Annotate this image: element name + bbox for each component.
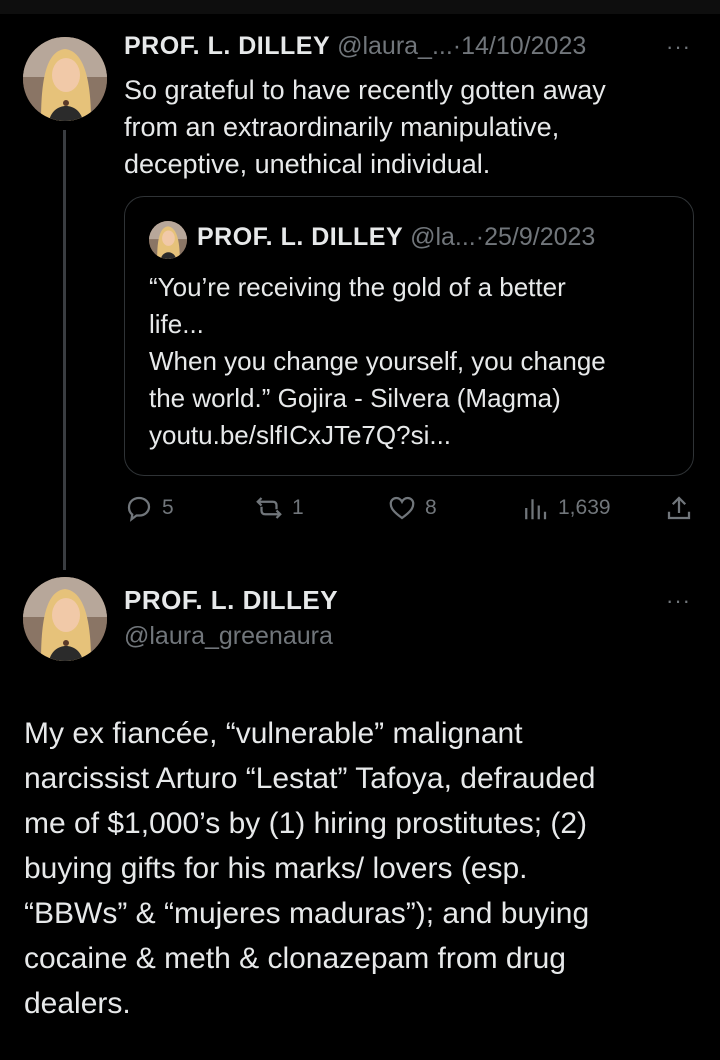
quoted-tweet-card[interactable]: PROF. L. DILLEY @la...·25/9/2023 “You’re… — [124, 196, 694, 476]
thread-connector-line — [63, 130, 66, 570]
views-count: 1,639 — [558, 496, 611, 519]
repost-icon — [256, 497, 282, 519]
display-name[interactable]: PROF. L. DILLEY — [124, 32, 330, 60]
quoted-tweet-date: 25/9/2023 — [484, 223, 596, 251]
avatar-photo — [23, 37, 107, 121]
tweet-text-line: cocaine & meth & clonazepam from drug — [24, 942, 566, 975]
tweet-text: So grateful to have recently gotten away… — [124, 72, 684, 183]
quoted-text-line: When you change yourself, you change — [149, 346, 606, 376]
tweet-text-line: narcissist Arturo “Lestat” Tafoya, defra… — [24, 762, 596, 795]
user-handle[interactable]: @laura_... — [337, 32, 453, 60]
share-icon — [667, 496, 691, 520]
avatar-photo — [23, 577, 107, 661]
avatar[interactable] — [23, 37, 107, 121]
quoted-text-line: the world.” Gojira - Silvera (Magma) — [149, 383, 561, 413]
status-bar — [0, 0, 720, 14]
repost-button[interactable]: 1 — [254, 493, 304, 523]
quoted-tweet-text: “You’re receiving the gold of a better l… — [149, 269, 679, 454]
tweet-actions-bar: 5 1 8 1,639 — [124, 493, 699, 529]
tweet-text: My ex fiancée, “vulnerable” malignant na… — [24, 711, 704, 1026]
views-icon — [525, 499, 547, 520]
tweet-text-line: from an extraordinarily manipulative, — [124, 112, 560, 142]
repost-count: 1 — [292, 496, 304, 519]
tweet-text-line: My ex fiancée, “vulnerable” malignant — [24, 717, 523, 750]
quoted-user-handle: @la... — [410, 223, 476, 251]
tweet-text-line: “BBWs” & “mujeres maduras”); and buying — [24, 897, 590, 930]
views-button[interactable]: 1,639 — [520, 493, 611, 523]
avatar[interactable] — [23, 577, 107, 661]
separator-dot: · — [475, 223, 485, 251]
like-count: 8 — [425, 496, 437, 519]
tweet-text-line: So grateful to have recently gotten away — [124, 75, 606, 105]
tweet-header: PROF. L. DILLEY @laura_...·14/10/2023 — [124, 32, 586, 61]
quoted-avatar — [149, 221, 187, 259]
like-button[interactable]: 8 — [387, 493, 437, 523]
tweet-text-line: buying gifts for his marks/ lovers (esp. — [24, 852, 528, 885]
tweet-text-line: me of $1,000’s by (1) hiring prostitutes… — [24, 807, 588, 840]
display-name[interactable]: PROF. L. DILLEY — [124, 585, 338, 616]
tweet-date[interactable]: 14/10/2023 — [461, 32, 586, 60]
tweet-text-line: dealers. — [24, 987, 131, 1020]
quoted-text-line: youtu.be/slfICxJTe7Q?si... — [149, 420, 452, 450]
quoted-text-line: life... — [149, 309, 204, 339]
more-icon[interactable]: ··· — [666, 588, 691, 614]
reply-icon — [127, 496, 151, 522]
separator-dot: · — [452, 32, 462, 60]
reply-button[interactable]: 5 — [124, 493, 174, 523]
reply-count: 5 — [162, 496, 174, 519]
share-button[interactable] — [664, 493, 702, 523]
quoted-text-line: “You’re receiving the gold of a better — [149, 272, 566, 302]
more-icon[interactable]: ··· — [666, 34, 691, 60]
user-handle[interactable]: @laura_greenaura — [124, 622, 333, 651]
quoted-tweet-header: PROF. L. DILLEY @la...·25/9/2023 — [197, 223, 595, 252]
like-icon — [389, 496, 415, 520]
tweet-text-line: deceptive, unethical individual. — [124, 149, 491, 179]
avatar-photo — [149, 221, 187, 259]
quoted-display-name: PROF. L. DILLEY — [197, 223, 404, 251]
